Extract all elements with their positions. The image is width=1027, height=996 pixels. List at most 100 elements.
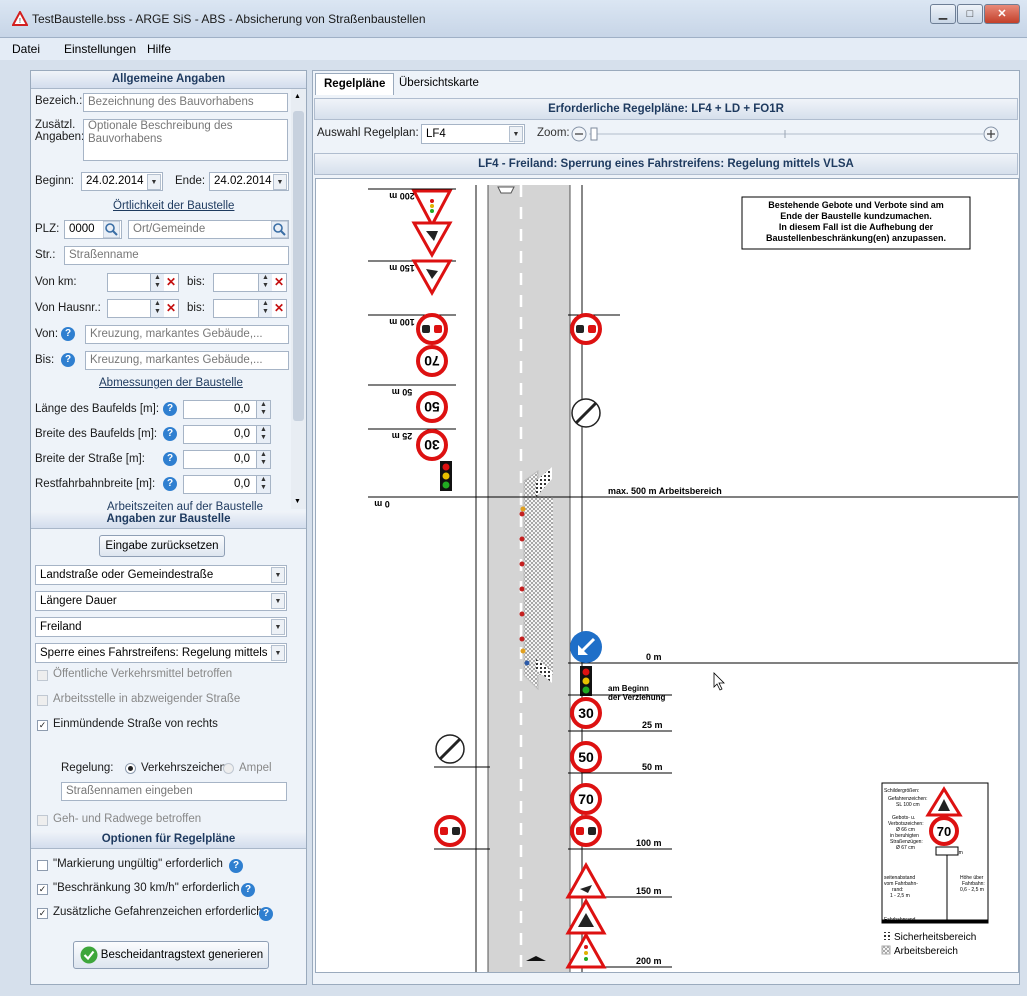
site-select-2[interactable]: Längere Dauer ▼	[35, 591, 287, 611]
site-section-title: Angaben zur Baustelle	[31, 511, 306, 529]
bez-input[interactable]: Bezeichnung des Bauvorhabens	[83, 93, 288, 112]
dim-help-icon[interactable]: ?	[163, 427, 177, 441]
required-plans-bar: Erforderliche Regelpläne: LF4 + LD + FO1…	[314, 98, 1018, 120]
option-checkbox-3[interactable]: ✓	[37, 908, 48, 919]
option-help-icon[interactable]: ?	[259, 907, 273, 921]
bottom-speed-sign-1: 30	[570, 697, 602, 729]
warning-sign-traffic-light	[565, 931, 607, 969]
dim-help-icon[interactable]: ?	[163, 402, 177, 416]
bishaus-input[interactable]: ▲ ▼ ✕	[213, 299, 287, 318]
plz-search-icon[interactable]	[103, 221, 120, 238]
left-panel: Allgemeine Angaben Bezeich.: Bezeichnung…	[30, 70, 307, 985]
zoom-label: Zoom:	[537, 127, 570, 139]
work-area-label: max. 500 m Arbeitsbereich	[608, 486, 722, 496]
tab-regelplaene[interactable]: Regelpläne	[315, 73, 395, 95]
menu-datei[interactable]: Datei	[12, 42, 40, 56]
top-mark-25: 25 m	[392, 431, 413, 441]
dimension-section-title: Abmessungen der Baustelle	[99, 377, 243, 389]
end-label: Ende:	[175, 175, 206, 187]
von-input[interactable]: Kreuzung, markantes Gebäude,...	[85, 325, 289, 344]
dim-help-icon[interactable]: ?	[163, 477, 177, 491]
legend-speed-text: 70	[937, 824, 951, 839]
dim-input[interactable]: 0,0 ▲ ▼	[183, 475, 271, 494]
option-help-icon[interactable]: ?	[241, 883, 255, 897]
legend-size-3: SL 100 cm	[896, 802, 920, 808]
menu-einstellungen[interactable]: Einstellungen	[64, 42, 136, 56]
site-checkbox-label: Einmündende Straße von rechts	[53, 718, 218, 730]
von-help-icon[interactable]: ?	[61, 327, 75, 341]
bis-input[interactable]: Kreuzung, markantes Gebäude,...	[85, 351, 289, 370]
radio-ampel[interactable]	[223, 763, 234, 774]
site-checkbox-3[interactable]: ✓	[37, 720, 48, 731]
top-warning-sign-1	[411, 189, 453, 229]
site-select-3[interactable]: Freiland ▼	[35, 617, 287, 637]
bottom-speed-sign-2: 50	[570, 741, 602, 773]
top-mark-0: 0 m	[374, 499, 390, 509]
zus-label: Zusätzl. Angaben:	[35, 119, 85, 143]
note-line-2: Ende der Baustelle kundzumachen.	[780, 211, 932, 221]
bottom-mark-150: 150 m	[636, 886, 662, 896]
site-select-1[interactable]: Landstraße oder Gemeindestraße ▼	[35, 565, 287, 585]
end-restriction-sign-top	[571, 398, 601, 428]
plan-title-bar: LF4 - Freiland: Sperrung eines Fahrstrei…	[314, 153, 1018, 175]
reset-button[interactable]: Eingabe zurücksetzen	[99, 535, 225, 557]
top-speed-sign-3: 30	[416, 429, 448, 461]
tab-uebersichtskarte[interactable]: Übersichtskarte	[391, 73, 487, 95]
strname-input[interactable]: Straßennamen eingeben	[61, 782, 287, 801]
generate-button[interactable]: Bescheidantragstext generieren	[73, 941, 269, 969]
vonhaus-input[interactable]: ▲ ▼ ✕	[107, 299, 179, 318]
ort-input[interactable]: Ort/Gemeinde	[128, 220, 289, 239]
bis-label: Bis:	[35, 354, 55, 366]
note-line-4: Baustellenbeschränkung(en) anzupassen.	[766, 233, 946, 243]
end-date[interactable]: 24.02.2014 ▼	[209, 172, 289, 191]
top-no-overtaking-sign	[416, 313, 448, 345]
minimize-button[interactable]: ▁	[930, 4, 956, 24]
svg-text:!: !	[19, 18, 21, 25]
bottom-mark-50: 50 m	[642, 762, 663, 772]
plan-select-label: Auswahl Regelplan:	[317, 127, 419, 139]
legend-size-1: Schildergrößen:	[884, 788, 919, 794]
bottom-speed-sign-3-text: 70	[578, 791, 594, 807]
zus-input[interactable]: Optionale Beschreibung des Bauvorhabens	[83, 119, 288, 161]
option-help-icon[interactable]: ?	[229, 859, 243, 873]
dim-input[interactable]: 0,0 ▲ ▼	[183, 400, 271, 419]
dim-label: Länge des Baufelds [m]:	[35, 403, 160, 415]
geh-checkbox[interactable]	[37, 815, 48, 826]
site-select-4[interactable]: Sperre eines Fahrstreifens: Regelung mit…	[35, 643, 287, 663]
option-checkbox-1[interactable]	[37, 860, 48, 871]
bis-help-icon[interactable]: ?	[61, 353, 75, 367]
zoom-slider[interactable]	[571, 125, 1011, 143]
radio-verkehrszeichen-label: Verkehrszeichen	[141, 762, 227, 774]
keep-left-sign	[570, 631, 602, 663]
dim-label: Breite des Baufelds [m]:	[35, 428, 158, 440]
general-scrollbar[interactable]: ▲ ▼	[291, 89, 306, 509]
bis-haus-label: bis:	[187, 302, 205, 314]
begin-date[interactable]: 24.02.2014 ▼	[81, 172, 163, 191]
close-button[interactable]: ✕	[984, 4, 1020, 24]
str-input[interactable]: Straßenname	[64, 246, 289, 265]
radio-verkehrszeichen[interactable]	[125, 763, 136, 774]
dim-help-icon[interactable]: ?	[163, 452, 177, 466]
vonkm-input[interactable]: ▲ ▼ ✕	[107, 273, 179, 292]
top-speed-sign-3-text: 30	[424, 437, 440, 453]
option-checkbox-2[interactable]: ✓	[37, 884, 48, 895]
menu-hilfe[interactable]: Hilfe	[147, 42, 171, 56]
legend-safety-label: Sicherheitsbereich	[894, 932, 976, 943]
option-label: "Markierung ungültig" erforderlich	[53, 858, 223, 870]
biskm-input[interactable]: ▲ ▼ ✕	[213, 273, 287, 292]
dim-input[interactable]: 0,0 ▲ ▼	[183, 425, 271, 444]
radio-ampel-label: Ampel	[239, 762, 272, 774]
top-warning-sign-3	[411, 259, 453, 297]
site-checkbox-1[interactable]	[37, 670, 48, 681]
maximize-button[interactable]: □	[957, 4, 983, 24]
mouse-cursor	[713, 672, 725, 691]
top-mark-50: 50 m	[392, 387, 413, 397]
plan-select[interactable]: LF4 ▼	[421, 124, 525, 144]
site-checkbox-label: Öffentliche Verkehrsmittel betroffen	[53, 668, 233, 680]
diagram-svg: 200 m 150 m 100 m 50 m 25 m 0 m max. 500…	[368, 185, 1018, 972]
bottom-mark-200: 200 m	[636, 956, 662, 966]
site-checkbox-2[interactable]	[37, 695, 48, 706]
geh-label: Geh- und Radwege betroffen	[53, 813, 202, 825]
dim-input[interactable]: 0,0 ▲ ▼	[183, 450, 271, 469]
ort-search-icon[interactable]	[271, 221, 288, 238]
